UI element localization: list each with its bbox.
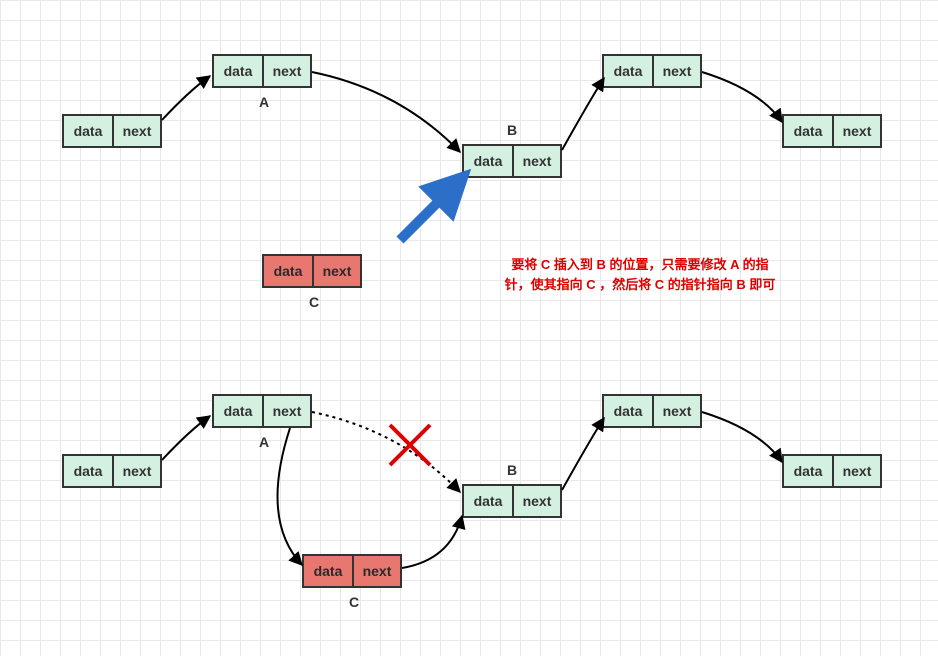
cell-next: next — [312, 256, 360, 286]
cell-data: data — [464, 146, 512, 176]
label-A: A — [254, 94, 274, 110]
label-B: B — [502, 122, 522, 138]
cell-data: data — [604, 396, 652, 426]
cell-next: next — [512, 486, 560, 516]
cell-data: data — [64, 116, 112, 146]
edge-A-C-after — [278, 428, 303, 565]
cell-next: next — [262, 396, 310, 426]
edge-n1-A — [162, 76, 210, 120]
cell-next: next — [832, 456, 880, 486]
cell-data: data — [304, 556, 352, 586]
node-n5: data next — [782, 114, 882, 148]
label-A-after: A — [254, 434, 274, 450]
node-C: data next — [262, 254, 362, 288]
node-B: data next — [462, 144, 562, 178]
cell-next: next — [112, 116, 160, 146]
cell-next: next — [652, 396, 700, 426]
edge-n1-A-after — [162, 416, 210, 460]
node-n1: data next — [62, 114, 162, 148]
cell-data: data — [64, 456, 112, 486]
cell-data: data — [264, 256, 312, 286]
insert-arrow-icon — [400, 190, 450, 240]
label-C-after: C — [344, 594, 364, 610]
cell-data: data — [604, 56, 652, 86]
desc-line2: 针，使其指向 C ，然后将 C 的指针指向 B 即可 — [505, 277, 776, 292]
arrows-overlay — [0, 0, 938, 656]
edge-n4-n5-after — [702, 412, 782, 462]
cell-next: next — [352, 556, 400, 586]
cell-next: next — [652, 56, 700, 86]
cell-next: next — [512, 146, 560, 176]
node-n4: data next — [602, 54, 702, 88]
node-A: data next — [212, 54, 312, 88]
node-n5-after: data next — [782, 454, 882, 488]
edge-B-n4 — [562, 78, 604, 150]
node-n1-after: data next — [62, 454, 162, 488]
cell-data: data — [784, 456, 832, 486]
cell-data: data — [214, 396, 262, 426]
cell-data: data — [214, 56, 262, 86]
label-C: C — [304, 294, 324, 310]
cross-icon — [390, 425, 430, 465]
cell-next: next — [832, 116, 880, 146]
edge-A-B — [312, 72, 460, 152]
edge-n4-n5 — [702, 72, 782, 122]
label-B-after: B — [502, 462, 522, 478]
cell-data: data — [784, 116, 832, 146]
cell-next: next — [112, 456, 160, 486]
desc-line1: 要将 C 插入到 B 的位置，只需要修改 A 的指 — [511, 257, 768, 272]
description: 要将 C 插入到 B 的位置，只需要修改 A 的指 针，使其指向 C ，然后将 … — [475, 255, 805, 294]
cell-next: next — [262, 56, 310, 86]
node-A-after: data next — [212, 394, 312, 428]
edge-C-B-after — [402, 516, 462, 568]
edge-A-B-removed — [312, 412, 460, 492]
edge-B-n4-after — [562, 418, 604, 490]
node-n4-after: data next — [602, 394, 702, 428]
cell-data: data — [464, 486, 512, 516]
node-B-after: data next — [462, 484, 562, 518]
node-C-after: data next — [302, 554, 402, 588]
